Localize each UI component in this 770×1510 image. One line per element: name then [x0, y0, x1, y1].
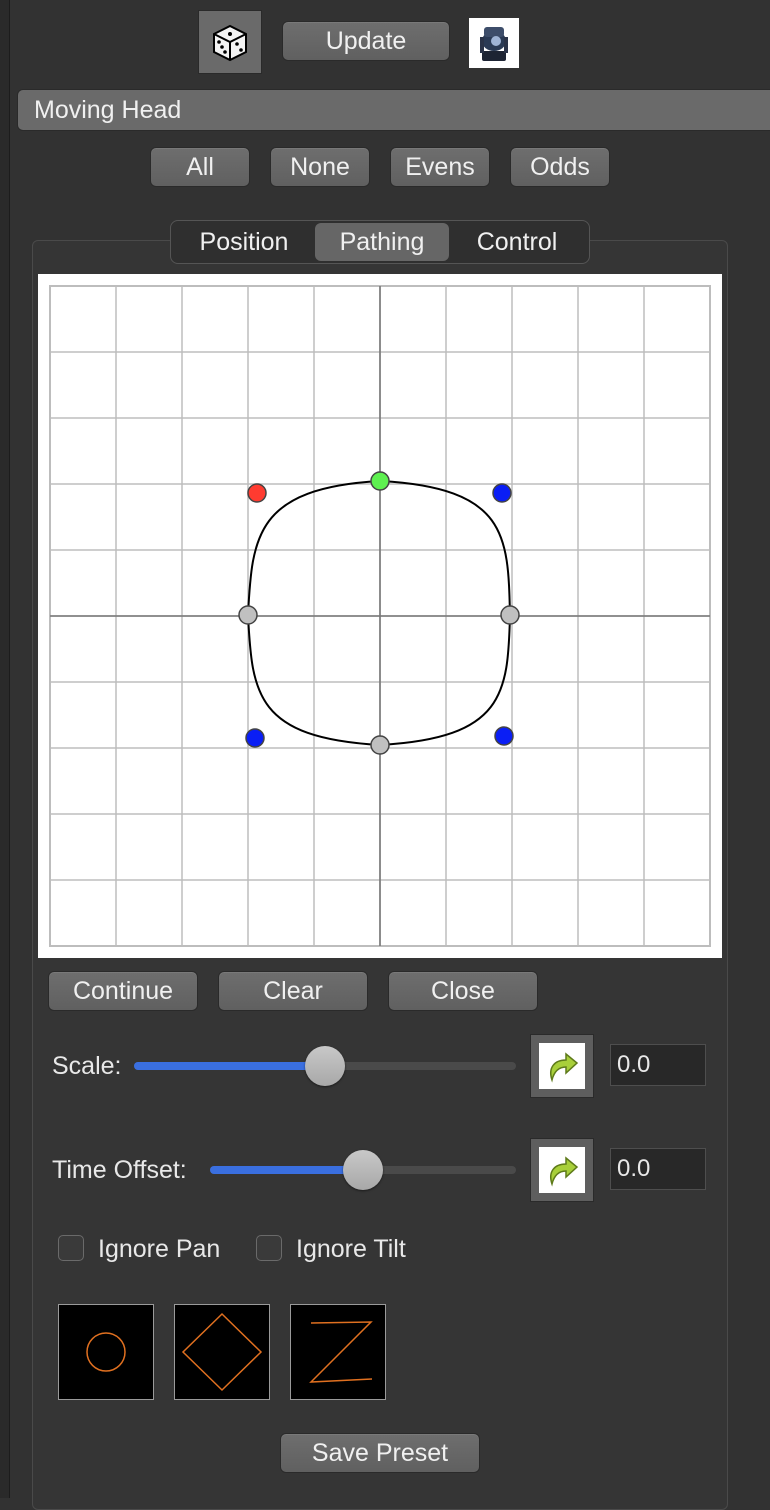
- select-evens-button[interactable]: Evens: [390, 147, 490, 187]
- time-offset-slider-knob[interactable]: [343, 1150, 383, 1190]
- ignore-pan-label[interactable]: Ignore Pan: [98, 1235, 220, 1264]
- anchor-point-start[interactable]: [370, 471, 390, 491]
- moving-head-light-icon: [469, 18, 519, 68]
- control-point[interactable]: [494, 726, 514, 746]
- ignore-tilt-label[interactable]: Ignore Tilt: [296, 1235, 406, 1264]
- ignore-tilt-checkbox[interactable]: [256, 1235, 282, 1261]
- left-edge-divider: [0, 0, 10, 1498]
- clear-button[interactable]: Clear: [218, 971, 368, 1011]
- scale-slider-knob[interactable]: [305, 1046, 345, 1086]
- scale-label: Scale:: [52, 1052, 122, 1080]
- tab-position[interactable]: Position: [173, 223, 315, 261]
- select-odds-button[interactable]: Odds: [510, 147, 610, 187]
- control-point[interactable]: [492, 483, 512, 503]
- select-all-button[interactable]: All: [150, 147, 250, 187]
- select-none-button[interactable]: None: [270, 147, 370, 187]
- diamond-preset-icon: [181, 1312, 263, 1392]
- tab-pathing[interactable]: Pathing: [315, 223, 449, 261]
- close-button[interactable]: Close: [388, 971, 538, 1011]
- anchor-point[interactable]: [500, 605, 520, 625]
- tab-bar: Position Pathing Control: [170, 220, 590, 264]
- scale-reset-button[interactable]: [530, 1034, 594, 1098]
- time-offset-label: Time Offset:: [52, 1156, 187, 1184]
- zigzag-preset-icon: [309, 1321, 373, 1383]
- start-control-point[interactable]: [247, 483, 267, 503]
- save-preset-button[interactable]: Save Preset: [280, 1433, 480, 1473]
- control-point[interactable]: [245, 728, 265, 748]
- time-offset-slider-fill: [210, 1166, 362, 1174]
- anchor-point[interactable]: [370, 735, 390, 755]
- redo-arrow-icon: [550, 1052, 579, 1083]
- update-button[interactable]: Update: [282, 21, 450, 61]
- time-offset-reset-button[interactable]: [530, 1138, 594, 1202]
- randomize-button[interactable]: [198, 10, 262, 74]
- path-grid[interactable]: [38, 274, 722, 958]
- dice-icon: [213, 24, 247, 62]
- anchor-point[interactable]: [238, 605, 258, 625]
- fixture-selector-value: Moving Head: [34, 95, 182, 124]
- circle-preset-icon: [86, 1332, 126, 1372]
- fixture-selector[interactable]: Moving Head: [17, 89, 770, 131]
- circle-preset-button[interactable]: [58, 1304, 154, 1400]
- tab-control[interactable]: Control: [449, 223, 585, 261]
- zigzag-preset-button[interactable]: [290, 1304, 386, 1400]
- scale-slider-fill: [134, 1062, 324, 1070]
- time-offset-value-field[interactable]: 0.0: [610, 1148, 706, 1190]
- path-editor[interactable]: [38, 274, 722, 958]
- scale-value-field[interactable]: 0.0: [610, 1044, 706, 1086]
- continue-button[interactable]: Continue: [48, 971, 198, 1011]
- diamond-preset-button[interactable]: [174, 1304, 270, 1400]
- ignore-pan-checkbox[interactable]: [58, 1235, 84, 1261]
- redo-arrow-icon: [550, 1156, 579, 1187]
